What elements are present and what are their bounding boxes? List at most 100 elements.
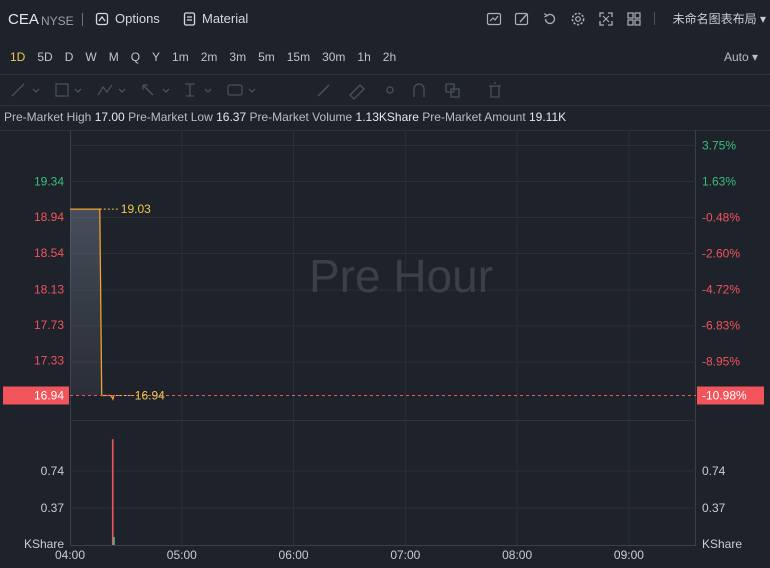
fullscreen-icon[interactable] [598, 11, 614, 27]
percent-tick-label: -4.72% [702, 283, 740, 297]
price-chart[interactable]: Pre Hour 19.34 18.94 18.54 18.13 17.73 17.33 3.… [0, 130, 770, 568]
rectangle-icon [55, 83, 69, 97]
layout-selector[interactable]: 未命名图表布局 ▾ [673, 10, 766, 27]
pre-market-amount-label: Pre-Market Amount [422, 110, 526, 124]
grid-layout-icon[interactable] [626, 11, 642, 27]
chevron-down-icon: ▾ [751, 50, 758, 64]
drawing-toolbar [0, 74, 770, 106]
period-tab-3m[interactable]: 3m [223, 50, 252, 64]
material-button[interactable]: Material [183, 11, 248, 26]
period-tab-q[interactable]: Q [125, 50, 146, 64]
percent-tick-label: -8.95% [702, 355, 740, 369]
period-tab-2m[interactable]: 2m [195, 50, 224, 64]
layout-label: 未命名图表布局 [672, 12, 757, 26]
percent-tick-label: 3.75% [702, 139, 736, 153]
price-tick-label: 19.34 [34, 175, 64, 189]
percent-tick-label: -0.48% [702, 211, 740, 225]
price-tick-label: 18.54 [34, 246, 64, 260]
price-tick-label: 17.73 [34, 318, 64, 332]
price-tick-label: 18.94 [34, 210, 64, 224]
price-tick-label: 18.13 [34, 282, 64, 296]
period-tab-30m[interactable]: 30m [316, 50, 351, 64]
volume-tick-label-right: 0.37 [702, 501, 726, 515]
options-label: Options [115, 11, 160, 26]
high-price-annotation: 19.03 [121, 202, 151, 216]
eye-icon [386, 86, 394, 94]
volume-tick-label-left: 0.37 [41, 501, 65, 515]
volume-bar [113, 536, 115, 545]
percent-tick-label: -2.60% [702, 247, 740, 261]
trend-line-icon [11, 83, 25, 97]
pattern-icon [97, 84, 113, 96]
trash-icon [489, 82, 501, 98]
toolbar-icons: 未命名图表布局 ▾ [486, 10, 766, 27]
period-tab-m[interactable]: M [103, 50, 125, 64]
time-tick-label: 04:00 [55, 548, 85, 562]
magnet-icon [413, 83, 425, 97]
price-area-fill [70, 209, 114, 400]
volume-tick-label-left: 0.74 [41, 464, 65, 478]
period-tab-d[interactable]: D [59, 50, 80, 64]
options-icon [95, 12, 109, 25]
period-tab-1m[interactable]: 1m [166, 50, 195, 64]
dropdown-arrow-icon [248, 88, 256, 93]
time-tick-label: 06:00 [279, 548, 309, 562]
replay-icon[interactable] [542, 11, 558, 27]
time-tick-label: 09:00 [614, 548, 644, 562]
time-tick-label: 07:00 [390, 548, 420, 562]
volume-unit-label-right: KShare [702, 537, 742, 551]
symbol-ticker[interactable]: CEA [8, 11, 39, 28]
pre-market-volume-label: Pre-Market Volume [249, 110, 353, 124]
price-tick-label: 17.33 [34, 354, 64, 368]
period-tab-5m[interactable]: 5m [252, 50, 281, 64]
scale-mode-selector[interactable]: Auto ▾ [724, 50, 758, 64]
pre-market-low-value: 16.37 [216, 110, 247, 124]
watermark-text: Pre Hour [309, 250, 493, 302]
period-tab-1d[interactable]: 1D [0, 50, 31, 64]
eraser-icon [349, 84, 365, 100]
period-tab-5d[interactable]: 5D [31, 50, 58, 64]
dropdown-arrow-icon [162, 88, 170, 93]
top-toolbar: CEA NYSE Options Material 未命名图表布局 ▾ [0, 0, 770, 40]
scale-mode-label: Auto [723, 50, 749, 64]
exchange-label: NYSE [41, 14, 74, 28]
current-price-annotation: 16.94 [135, 389, 165, 403]
link-icon [445, 83, 455, 93]
period-tab-1h[interactable]: 1h [351, 50, 376, 64]
current-percent-tag-label: -10.98% [702, 389, 747, 403]
time-tick-label: 08:00 [502, 548, 532, 562]
period-tabs: 1D 5D D W M Q Y 1m 2m 3m 5m 15m 30m 1h 2h [0, 44, 402, 70]
pre-market-amount-value: 19.11K [529, 110, 567, 124]
period-tab-w[interactable]: W [79, 50, 102, 64]
measure-icon [227, 84, 243, 96]
pre-market-high-label: Pre-Market High [4, 110, 92, 124]
volume-tick-label-right: 0.74 [702, 464, 726, 478]
draw-icon[interactable] [514, 11, 530, 27]
period-tab-y[interactable]: Y [146, 50, 166, 64]
arrow-tool-icon [142, 84, 154, 96]
pre-market-info: Pre-Market High 17.00 Pre-Market Low 16.… [4, 110, 566, 124]
dropdown-arrow-icon [118, 88, 126, 93]
material-icon [183, 11, 196, 26]
period-tab-2h[interactable]: 2h [377, 50, 402, 64]
toolbar-divider [653, 12, 655, 25]
settings-icon[interactable] [570, 11, 586, 27]
toolbar-divider [82, 13, 83, 26]
time-tick-label: 05:00 [167, 548, 197, 562]
indicator-icon[interactable] [486, 11, 502, 27]
pre-market-high-value: 17.00 [94, 110, 125, 124]
pencil-icon [317, 84, 330, 97]
period-tab-15m[interactable]: 15m [281, 50, 316, 64]
dropdown-arrow-icon [74, 88, 82, 93]
current-price-tag-label: 16.94 [34, 389, 64, 403]
dropdown-arrow-icon [204, 88, 212, 93]
percent-tick-label: 1.63% [702, 175, 736, 189]
options-button[interactable]: Options [95, 11, 160, 26]
dropdown-arrow-icon [32, 88, 40, 93]
text-tool-icon [185, 83, 195, 97]
material-label: Material [202, 11, 249, 26]
pre-market-volume-value: 1.13KShare [355, 110, 419, 124]
pre-market-low-label: Pre-Market Low [128, 110, 213, 124]
percent-tick-label: -6.83% [702, 319, 740, 333]
volume-bar [111, 439, 114, 545]
